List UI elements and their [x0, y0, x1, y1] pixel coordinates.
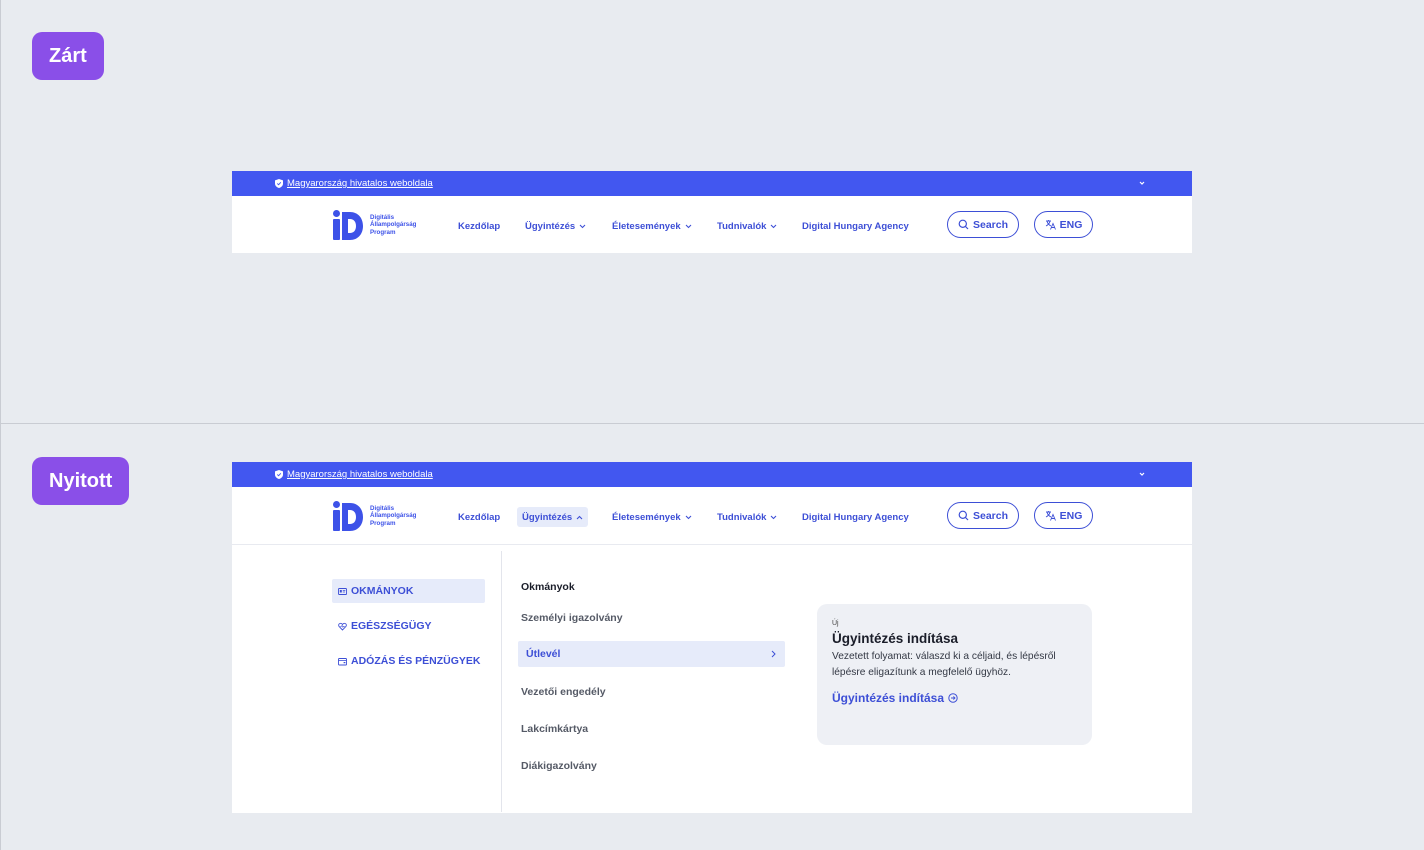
search-icon [958, 219, 969, 230]
official-text[interactable]: Magyarország hivatalos weboldala [287, 469, 433, 480]
chevron-down-icon [771, 515, 777, 519]
nav-kezdolap[interactable]: Kezdőlap [453, 216, 505, 236]
official-text[interactable]: Magyarország hivatalos weboldala [287, 178, 433, 189]
nav-label: Ügyintézés [522, 511, 573, 523]
chevron-up-icon [576, 515, 583, 519]
chevron-down-icon [771, 224, 777, 228]
logo[interactable]: Digitális Állampolgárság Program [332, 501, 416, 531]
nav-label: Ügyintézés [525, 220, 576, 232]
wallet-icon [338, 657, 347, 665]
header-closed: Magyarország hivatalos weboldala Digitál… [232, 171, 1192, 253]
nav-label: Tudnivalók [717, 511, 767, 523]
heart-icon [338, 622, 347, 631]
submenu-label: Vezetői engedély [521, 686, 606, 698]
search-label: Search [972, 218, 1009, 231]
submenu-item-vezetoi[interactable]: Vezetői engedély [518, 679, 785, 705]
category-label: OKMÁNYOK [351, 585, 414, 597]
section-divider [0, 423, 1424, 424]
category-label: EGÉSZSÉGÜGY [351, 620, 432, 632]
category-okmanyok[interactable]: OKMÁNYOK [332, 579, 485, 603]
logo-mark-icon [333, 210, 363, 240]
logo-line: Állampolgárság [370, 512, 417, 520]
shield-icon [275, 179, 283, 188]
language-button[interactable]: ENG [1034, 502, 1093, 529]
category-egeszsegugy[interactable]: EGÉSZSÉGÜGY [332, 614, 485, 638]
translate-icon [1045, 220, 1056, 230]
logo-text: Digitális Állampolgárság Program [370, 214, 416, 237]
nav-eletesemenyek[interactable]: Életesemények [607, 507, 697, 527]
nav-eletesemenyek[interactable]: Életesemények [607, 216, 697, 236]
chevron-down-icon [685, 515, 692, 519]
logo-line: Program [370, 519, 396, 527]
submenu-label: Útlevél [526, 648, 561, 660]
submenu-item-diakigazolvany[interactable]: Diákigazolvány [518, 753, 785, 779]
card-description: Vezetett folyamat: válaszd ki a céljaid,… [832, 651, 1056, 678]
arrow-circle-right-icon [948, 693, 958, 703]
chevron-right-icon [771, 650, 776, 658]
main-nav: Digitális Állampolgárság Program Kezdőla… [232, 196, 1192, 253]
chevron-down-icon [685, 224, 692, 228]
card-title: Ügyintézés indítása [832, 631, 959, 646]
logo-line: Digitális [370, 504, 395, 512]
card-tag: Új [832, 620, 839, 627]
left-rule [0, 0, 1, 850]
official-link[interactable]: Magyarország hivatalos weboldala [275, 469, 433, 480]
nav-ugyintezes[interactable]: Ügyintézés [517, 507, 589, 527]
logo-line: Program [370, 228, 396, 236]
card-link-label: Ügyintézés indítása [832, 691, 945, 705]
logo-mark-icon [333, 501, 363, 531]
submenu-label: Lakcímkártya [521, 723, 589, 735]
nav-label: Tudnivalók [717, 220, 767, 232]
search-button[interactable]: Search [947, 502, 1019, 529]
nav-ugyintezes[interactable]: Ügyintézés [520, 216, 591, 236]
submenu-label: Diákigazolvány [521, 760, 597, 772]
official-banner: Magyarország hivatalos weboldala [232, 462, 1192, 487]
nav-separator [232, 544, 1192, 545]
search-label: Search [972, 509, 1009, 522]
promo-card: Új Ügyintézés indítása Vezetett folyamat… [817, 604, 1092, 745]
nav-digital-hungary-agency[interactable]: Digital Hungary Agency [797, 507, 914, 527]
submenu-item-szemelyi[interactable]: Személyi igazolvány [518, 605, 785, 631]
chevron-down-icon[interactable] [1137, 469, 1147, 479]
category-sidebar: OKMÁNYOK EGÉSZSÉGÜGY ADÓZÁS ÉS PÉNZÜGYEK [332, 579, 485, 684]
nav-label: Digital Hungary Agency [802, 511, 909, 523]
language-button[interactable]: ENG [1034, 211, 1093, 238]
nav-tudnivalok[interactable]: Tudnivalók [712, 507, 782, 527]
nav-label: Digital Hungary Agency [802, 220, 909, 232]
nav-label: Kezdőlap [458, 220, 501, 232]
submenu-item-utlevel[interactable]: Útlevél [518, 641, 785, 667]
column-divider [501, 551, 502, 812]
submenu-label: Személyi igazolvány [521, 612, 623, 624]
chevron-down-icon [579, 224, 586, 228]
search-icon [958, 510, 969, 521]
category-adozas[interactable]: ADÓZÁS ÉS PÉNZÜGYEK [332, 649, 485, 673]
category-label: ADÓZÁS ÉS PÉNZÜGYEK [351, 655, 481, 667]
shield-icon [275, 470, 283, 479]
logo-line: Állampolgárság [370, 221, 417, 229]
nav-label: Kezdőlap [458, 511, 501, 523]
logo[interactable]: Digitális Állampolgárság Program [332, 210, 416, 240]
search-button[interactable]: Search [947, 211, 1019, 238]
header-open: Magyarország hivatalos weboldala Digitál… [232, 462, 1192, 813]
nav-tudnivalok[interactable]: Tudnivalók [712, 216, 782, 236]
official-banner: Magyarország hivatalos weboldala [232, 171, 1192, 196]
language-label: ENG [1059, 509, 1083, 522]
main-nav: Digitális Állampolgárság Program Kezdőla… [232, 487, 1192, 544]
id-card-icon [338, 587, 347, 595]
submenu-heading: Okmányok [521, 581, 575, 593]
nav-digital-hungary-agency[interactable]: Digital Hungary Agency [797, 216, 914, 236]
nav-kezdolap[interactable]: Kezdőlap [453, 507, 505, 527]
logo-line: Digitális [370, 213, 395, 221]
start-process-link[interactable]: Ügyintézés indítása [832, 691, 1077, 705]
language-label: ENG [1059, 218, 1083, 231]
translate-icon [1045, 511, 1056, 521]
nav-label: Életesemények [612, 220, 681, 232]
submenu-item-lakcimkartya[interactable]: Lakcímkártya [518, 716, 785, 742]
logo-text: Digitális Állampolgárság Program [370, 505, 416, 528]
state-badge-open: Nyitott [32, 457, 130, 505]
chevron-down-icon[interactable] [1137, 178, 1147, 188]
official-link[interactable]: Magyarország hivatalos weboldala [275, 178, 433, 189]
state-badge-closed: Zárt [32, 32, 104, 80]
nav-label: Életesemények [612, 511, 681, 523]
